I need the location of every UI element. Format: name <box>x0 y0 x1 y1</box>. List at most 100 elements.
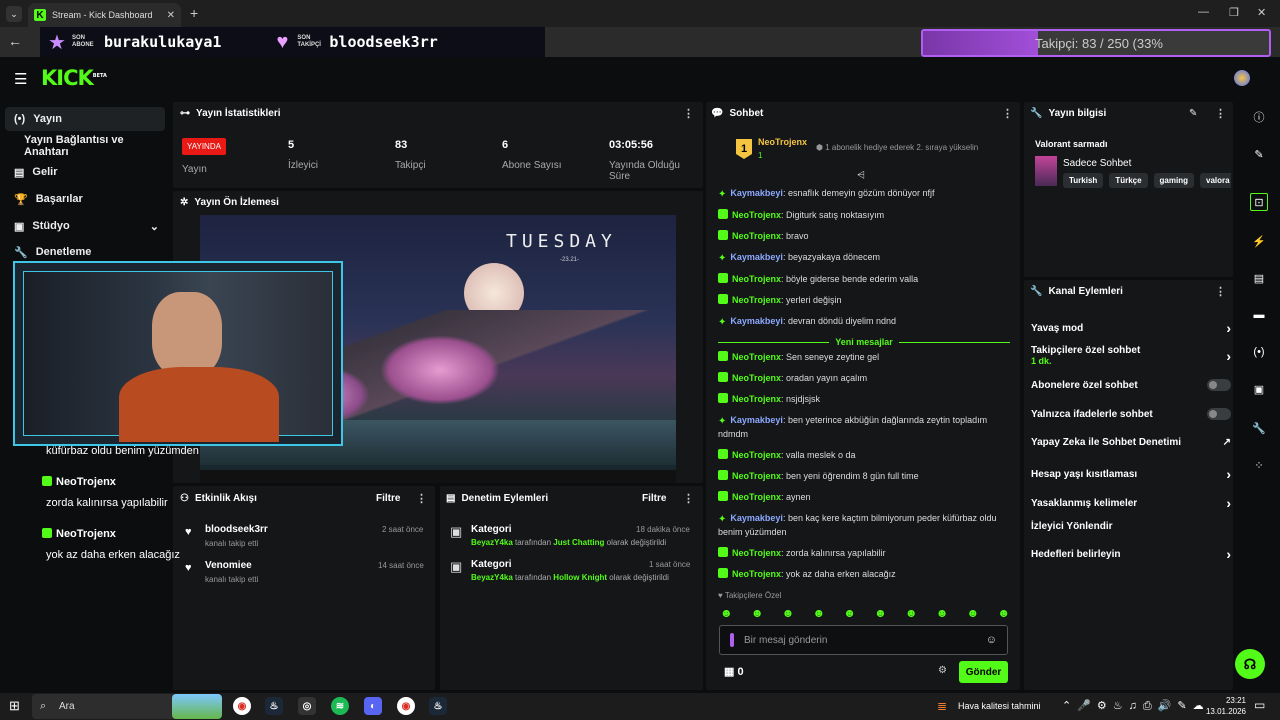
mod-actor[interactable]: BeyazY4ka <box>471 573 513 582</box>
chat-username[interactable]: Kaymakbeyi <box>730 188 783 198</box>
chat-username[interactable]: Kaymakbeyi <box>730 252 783 262</box>
tag-chip[interactable]: Türkçe <box>1109 173 1148 188</box>
chat-username[interactable]: NeoTrojenx <box>732 450 781 460</box>
chat-username[interactable]: Kaymakbeyi <box>730 415 783 425</box>
focus-icon[interactable]: ⊡ <box>1250 193 1268 211</box>
hamburger-menu-icon[interactable]: ☰ <box>14 70 27 88</box>
discord-icon[interactable]: ◐ <box>364 697 382 715</box>
emote-icon[interactable]: ☻ <box>812 606 825 620</box>
activity-more-icon[interactable]: ⋮ <box>416 492 427 505</box>
back-arrow-icon[interactable]: ← <box>8 33 22 49</box>
redirect-row[interactable]: İzleyici Yönlendir <box>1031 521 1231 532</box>
moderation-filter-button[interactable]: Filtre <box>642 493 666 504</box>
sidebar-item-basarilar[interactable]: 🏆 Başarılar <box>5 187 165 211</box>
chat-username[interactable]: Kaymakbeyi <box>730 316 783 326</box>
pinned-user[interactable]: NeoTrojenx <box>758 137 807 147</box>
steam-icon[interactable]: ♨ <box>265 697 283 715</box>
kick-logo[interactable]: KICKBETA <box>41 66 107 90</box>
subs-chat-row[interactable]: Abonelere özel sohbet <box>1031 379 1231 391</box>
obs-icon[interactable]: ◎ <box>298 697 316 715</box>
emote-icon[interactable]: ☻ <box>874 606 887 620</box>
followers-chat-row[interactable]: Takipçilere özel sohbet 1 dk. › <box>1031 345 1231 367</box>
subs-chat-toggle[interactable] <box>1207 379 1231 391</box>
emote-chat-row[interactable]: Yalnızca ifadelerle sohbet <box>1031 408 1231 420</box>
slow-mode-row[interactable]: Yavaş mod › <box>1031 320 1231 336</box>
tag-chip[interactable]: Turkish <box>1063 173 1104 188</box>
user-avatar[interactable] <box>1234 70 1250 86</box>
apps-icon[interactable]: ⁘ <box>1250 456 1268 474</box>
stream-info-more-icon[interactable]: ⋮ <box>1215 107 1226 120</box>
chat-username[interactable]: NeoTrojenx <box>732 274 781 284</box>
spotify-icon[interactable]: ≋ <box>331 697 349 715</box>
tab-close-icon[interactable]: ✕ <box>167 10 175 21</box>
emoji-icon[interactable]: ☺ <box>986 634 997 646</box>
emote-icon[interactable]: ☻ <box>905 606 918 620</box>
chrome-icon[interactable]: ◉ <box>233 697 251 715</box>
chrome-icon[interactable]: ◉ <box>397 697 415 715</box>
mod-actor[interactable]: BeyazY4ka <box>471 538 513 547</box>
chat-username[interactable]: NeoTrojenx <box>732 352 781 362</box>
chat-username[interactable]: NeoTrojenx <box>732 492 781 502</box>
tag-chip[interactable]: gaming <box>1153 173 1194 188</box>
channel-actions-more-icon[interactable]: ⋮ <box>1215 285 1226 298</box>
emote-chat-toggle[interactable] <box>1207 408 1231 420</box>
weather-text[interactable]: Hava kalitesi tahmini <box>958 701 1041 711</box>
chat-more-icon[interactable]: ⋮ <box>1002 107 1013 120</box>
new-tab-button[interactable]: + <box>190 5 198 21</box>
chat-username[interactable]: NeoTrojenx <box>732 295 781 305</box>
collapse-icon[interactable]: ⩤ <box>857 170 865 181</box>
steam-icon[interactable]: ♨ <box>429 697 447 715</box>
activity-name[interactable]: Venomiee <box>205 560 252 571</box>
banned-words-row[interactable]: Yasaklanmış kelimeler › <box>1031 495 1231 511</box>
emote-icon[interactable]: ☻ <box>782 606 795 620</box>
chat-settings-icon[interactable]: ⚙ <box>938 665 947 676</box>
emote-icon[interactable]: ☻ <box>967 606 980 620</box>
stats-more-icon[interactable]: ⋮ <box>683 107 694 120</box>
browser-tab[interactable]: K Stream - Kick Dashboard ✕ <box>28 3 181 27</box>
chat-username[interactable]: Kaymakbeyi <box>730 513 783 523</box>
points-display[interactable]: ▦ 0 <box>724 665 744 678</box>
emote-icon[interactable]: ☻ <box>843 606 856 620</box>
chat-username[interactable]: NeoTrojenx <box>732 569 781 579</box>
tag-chip[interactable]: valora <box>1200 173 1231 188</box>
emote-icon[interactable]: ☻ <box>997 606 1010 620</box>
chat-username[interactable]: NeoTrojenx <box>732 373 781 383</box>
taskbar-search-box[interactable]: ⌕ Ara <box>32 694 222 719</box>
chat-username[interactable]: NeoTrojenx <box>732 210 781 220</box>
category-name[interactable]: Sadece Sohbet <box>1063 158 1131 169</box>
info-icon[interactable]: ⓘ <box>1250 108 1268 126</box>
chat-username[interactable]: NeoTrojenx <box>732 231 781 241</box>
activity-filter-button[interactable]: Filtre <box>376 493 400 504</box>
document-icon[interactable]: ▤ <box>1250 269 1268 287</box>
edit-icon[interactable]: ✎ <box>1189 108 1197 119</box>
help-button[interactable]: ☊ <box>1235 649 1265 679</box>
sidebar-item-studyo[interactable]: ▣ Stüdyo ⌄ <box>5 214 165 238</box>
sidebar-item-gelir[interactable]: ▤ Gelir <box>5 160 165 184</box>
emote-icon[interactable]: ☻ <box>751 606 764 620</box>
chat-username[interactable]: NeoTrojenx <box>732 394 781 404</box>
tab-search-icon[interactable]: ⌄ <box>6 6 22 22</box>
notification-icon[interactable]: ▭ <box>1254 698 1265 712</box>
minimize-button[interactable]: — <box>1198 6 1209 18</box>
layout-icon[interactable]: ▣ <box>1250 380 1268 398</box>
broadcast-icon[interactable]: (•) <box>1250 343 1268 361</box>
chat-username[interactable]: NeoTrojenx <box>732 471 781 481</box>
chat-input[interactable]: Bir mesaj gönderin ☺ <box>719 625 1008 655</box>
goals-row[interactable]: Hedefleri belirleyin › <box>1031 546 1231 562</box>
emote-icon[interactable]: ☻ <box>936 606 949 620</box>
tray-icons[interactable]: ⌃🎤⚙♨♫⎙🔊✎☁ <box>1062 699 1210 713</box>
windows-start-icon[interactable]: ⊞ <box>9 698 20 714</box>
ai-mod-row[interactable]: Yapay Zeka ile Sohbet Denetimi ↗ <box>1031 437 1231 448</box>
sidebar-item-yayin[interactable]: (•) Yayın <box>5 107 165 131</box>
chat-username[interactable]: NeoTrojenx <box>732 548 781 558</box>
maximize-button[interactable]: ❐ <box>1229 6 1239 19</box>
sidebar-item-stream-key[interactable]: Yayın Bağlantısı ve Anahtarı <box>5 134 165 158</box>
close-window-button[interactable]: ✕ <box>1257 6 1266 19</box>
emote-icon[interactable]: ☻ <box>720 606 733 620</box>
moderation-more-icon[interactable]: ⋮ <box>683 492 694 505</box>
pencil-icon[interactable]: ✎ <box>1250 145 1268 163</box>
send-button[interactable]: Gönder <box>959 661 1008 683</box>
chat-icon[interactable]: ▬ <box>1250 306 1268 324</box>
lightning-icon[interactable]: ⚡ <box>1250 232 1268 250</box>
wrench-icon[interactable]: 🔧 <box>1250 419 1268 437</box>
